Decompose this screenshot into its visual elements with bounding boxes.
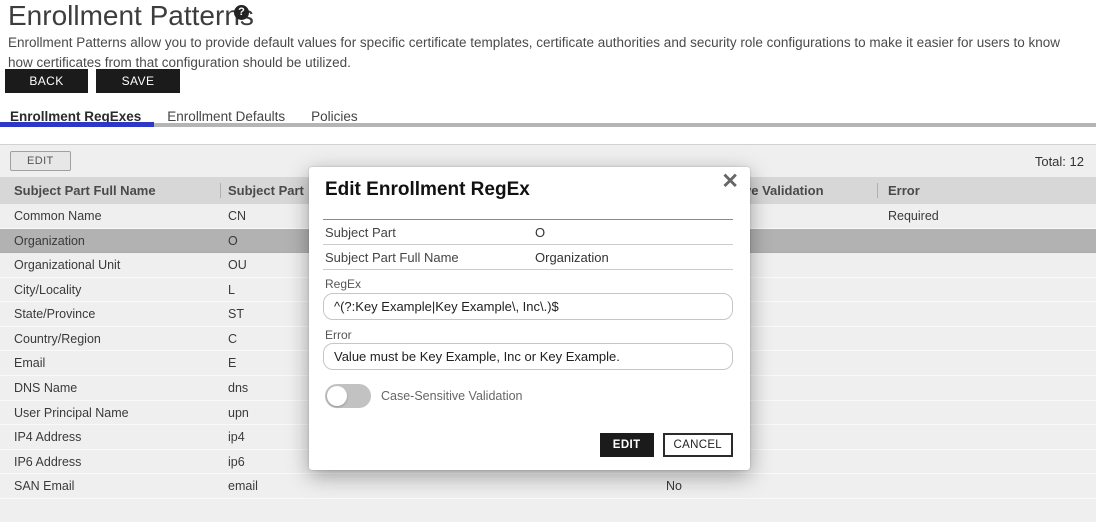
tab-enrollment-defaults[interactable]: Enrollment Defaults [154, 106, 298, 123]
subject-part-full-name-row: Subject Part Full Name Organization [323, 245, 733, 270]
cell-full-name: State/Province [0, 302, 220, 326]
cell-error [877, 425, 1096, 449]
page-title: Enrollment Patterns [8, 0, 254, 32]
subject-part-label: Subject Part [325, 225, 396, 240]
help-icon[interactable]: ? [234, 5, 249, 20]
tab-bar: Enrollment RegExes Enrollment Defaults P… [0, 106, 1096, 127]
save-button[interactable]: SAVE [96, 69, 180, 93]
column-header-error[interactable]: Error [877, 177, 1096, 204]
modal-title: Edit Enrollment RegEx [325, 179, 530, 201]
subject-part-full-name-value: Organization [535, 250, 609, 265]
modal-edit-button[interactable]: EDIT [600, 433, 654, 457]
cell-regex [440, 474, 656, 498]
cell-error [877, 253, 1096, 277]
cell-error [877, 376, 1096, 400]
regex-input[interactable] [323, 293, 733, 320]
cell-full-name: Country/Region [0, 327, 220, 351]
cell-error [877, 327, 1096, 351]
cell-error [877, 474, 1096, 498]
error-field-label: Error [325, 328, 352, 342]
cell-error [877, 229, 1096, 253]
total-count: Total: 12 [1035, 154, 1084, 169]
cell-validation: No [656, 474, 877, 498]
cell-full-name: Common Name [0, 204, 220, 228]
tab-enrollment-regexes[interactable]: Enrollment RegExes [0, 106, 154, 123]
enrollment-patterns-page: Enrollment Patterns ? Enrollment Pattern… [0, 0, 1096, 526]
cell-full-name: City/Locality [0, 278, 220, 302]
modal-cancel-button[interactable]: CANCEL [663, 433, 733, 457]
case-sensitive-validation-label: Case-Sensitive Validation [381, 389, 523, 403]
cell-full-name: IP6 Address [0, 450, 220, 474]
cell-error [877, 278, 1096, 302]
cell-error: Required [877, 204, 1096, 228]
tab-policies[interactable]: Policies [298, 106, 371, 123]
cell-full-name: User Principal Name [0, 401, 220, 425]
cell-error [877, 401, 1096, 425]
regex-field-label: RegEx [325, 277, 361, 291]
close-icon[interactable]: ✕ [721, 170, 739, 194]
toggle-knob [327, 386, 347, 406]
cell-full-name: Email [0, 351, 220, 375]
table-edit-button[interactable]: EDIT [10, 151, 71, 171]
cell-error [877, 351, 1096, 375]
cell-error [877, 302, 1096, 326]
cell-full-name: Organizational Unit [0, 253, 220, 277]
cell-full-name: Organization [0, 229, 220, 253]
modal-actions: EDIT CANCEL [600, 433, 733, 457]
subject-part-value: O [535, 225, 545, 240]
table-row[interactable]: SAN Emailemail No [0, 474, 1096, 499]
case-sensitive-validation-toggle[interactable] [325, 384, 371, 408]
cell-full-name: IP4 Address [0, 425, 220, 449]
page-description: Enrollment Patterns allow you to provide… [8, 33, 1060, 74]
edit-enrollment-regex-modal: Edit Enrollment RegEx ✕ Subject Part O S… [309, 167, 750, 470]
back-button[interactable]: BACK [5, 69, 88, 93]
cell-full-name: SAN Email [0, 474, 220, 498]
column-header-subject-part-full-name[interactable]: Subject Part Full Name [0, 177, 220, 204]
error-input[interactable] [323, 343, 733, 370]
subject-part-row: Subject Part O [323, 220, 733, 245]
cell-error [877, 450, 1096, 474]
cell-subject-part: email [220, 474, 440, 498]
subject-part-full-name-label: Subject Part Full Name [325, 250, 459, 265]
cell-full-name: DNS Name [0, 376, 220, 400]
